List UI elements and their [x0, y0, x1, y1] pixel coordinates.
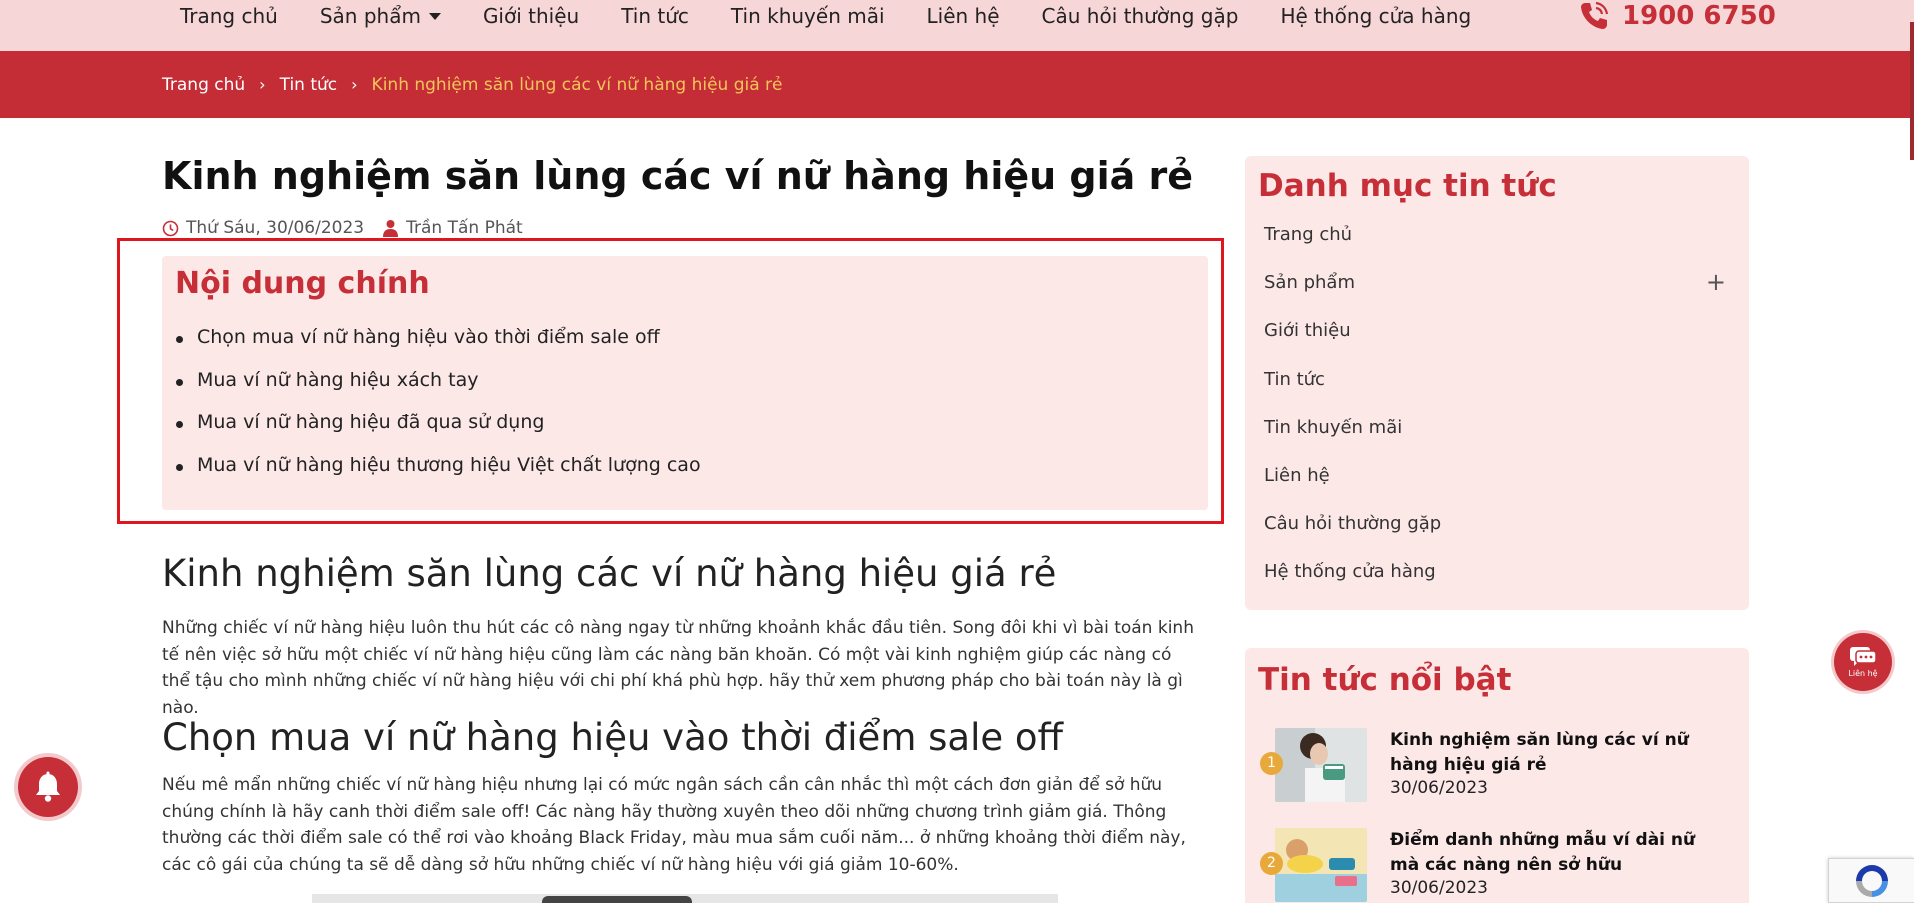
featured-news-sidebar: Tin tức nổi bật 1 Kinh nghiệm săn lùng c… — [1245, 648, 1749, 903]
category-item-faq[interactable]: Câu hỏi thường gặp — [1264, 513, 1734, 561]
nav-item-news[interactable]: Tin tức — [621, 4, 689, 28]
breadcrumb-home[interactable]: Trang chủ — [162, 75, 245, 95]
category-item-products[interactable]: Sản phẩm + — [1264, 268, 1734, 320]
article-title: Kinh nghiệm săn lùng các ví nữ hàng hiệu… — [162, 154, 1194, 198]
bell-icon — [36, 771, 60, 802]
category-item-contact[interactable]: Liên hệ — [1264, 465, 1734, 513]
news-date: 30/06/2023 — [1390, 778, 1488, 798]
chevron-right-icon: › — [259, 75, 266, 94]
nav-item-label: Tin tức — [621, 4, 689, 28]
top-navigation: Trang chủ Sản phẩm Giới thiệu Tin tức Ti… — [0, 0, 1914, 51]
news-thumbnail[interactable] — [1275, 728, 1367, 802]
nav-item-home[interactable]: Trang chủ — [180, 4, 278, 28]
chat-icon — [1850, 647, 1877, 666]
news-thumbnail-image — [1275, 728, 1367, 802]
hotline-link[interactable]: 1900 6750 — [1578, 0, 1776, 32]
nav-item-label: Câu hỏi thường gặp — [1041, 4, 1239, 28]
nav-item-label: Liên hệ — [926, 4, 1000, 28]
plus-icon[interactable]: + — [1706, 268, 1726, 296]
news-title[interactable]: Kinh nghiệm săn lùng các ví nữ hàng hiệu… — [1390, 728, 1730, 778]
clock-icon — [162, 220, 179, 236]
category-label: Sản phẩm — [1264, 272, 1355, 294]
category-item-home[interactable]: Trang chủ — [1264, 224, 1734, 272]
category-item-stores[interactable]: Hệ thống cửa hàng — [1264, 561, 1734, 609]
nav-item-products[interactable]: Sản phẩm — [320, 4, 441, 28]
breadcrumb-current: Kinh nghiệm săn lùng các ví nữ hàng hiệu… — [371, 74, 783, 95]
nav-item-stores[interactable]: Hệ thống cửa hàng — [1280, 4, 1471, 28]
category-label: Giới thiệu — [1264, 320, 1351, 342]
phone-icon — [1581, 1, 1609, 29]
chevron-right-icon: › — [351, 75, 358, 94]
article-author-text: Trần Tấn Phát — [406, 218, 523, 238]
main-menu: Trang chủ Sản phẩm Giới thiệu Tin tức Ti… — [180, 0, 1513, 32]
toc-highlight-box — [117, 238, 1224, 524]
recaptcha-badge[interactable] — [1828, 858, 1914, 903]
article-image — [312, 894, 1058, 903]
article-paragraph: Nếu mê mẩn những chiếc ví nữ hàng hiệu n… — [162, 775, 1186, 875]
user-icon — [383, 220, 399, 237]
hotline-number: 1900 6750 — [1622, 1, 1776, 31]
notification-bell-button[interactable] — [18, 757, 78, 817]
category-label: Tin khuyến mãi — [1264, 416, 1403, 438]
category-label: Câu hỏi thường gặp — [1264, 513, 1442, 535]
article-date: Thứ Sáu, 30/06/2023 — [162, 218, 364, 238]
breadcrumb-bar: Trang chủ › Tin tức › Kinh nghiệm săn lù… — [0, 51, 1914, 118]
page-scrollbar[interactable] — [1910, 22, 1914, 160]
nav-item-label: Hệ thống cửa hàng — [1280, 4, 1472, 28]
category-label: Trang chủ — [1264, 224, 1353, 245]
article-heading: Chọn mua ví nữ hàng hiệu vào thời điểm s… — [162, 716, 1064, 759]
rank-badge: 1 — [1260, 752, 1283, 775]
nav-item-label: Sản phẩm — [319, 4, 421, 28]
image-content — [542, 896, 692, 903]
caret-down-icon — [428, 12, 441, 20]
nav-item-promotions[interactable]: Tin khuyến mãi — [731, 4, 885, 28]
category-list: Trang chủ Sản phẩm + Giới thiệu Tin tức T… — [1264, 224, 1734, 610]
chat-label: Liên hệ — [1848, 669, 1878, 678]
category-item-about[interactable]: Giới thiệu — [1264, 320, 1734, 368]
breadcrumb: Trang chủ › Tin tức › Kinh nghiệm săn lù… — [162, 51, 783, 118]
featured-title: Tin tức nổi bật — [1258, 662, 1512, 698]
news-date: 30/06/2023 — [1390, 878, 1488, 898]
nav-item-about[interactable]: Giới thiệu — [483, 4, 579, 28]
breadcrumb-news[interactable]: Tin tức — [280, 75, 338, 95]
category-label: Hệ thống cửa hàng — [1264, 561, 1436, 583]
category-item-news[interactable]: Tin tức — [1264, 369, 1734, 417]
article-paragraph: Những chiếc ví nữ hàng hiệu luôn thu hút… — [162, 618, 1194, 718]
article-heading: Kinh nghiệm săn lùng các ví nữ hàng hiệu… — [162, 552, 1057, 595]
featured-news-item[interactable]: 1 Kinh nghiệm săn lùng các ví nữ hàng hi… — [1260, 728, 1740, 808]
article-author: Trần Tấn Phát — [382, 218, 523, 238]
recaptcha-icon — [1856, 865, 1888, 897]
news-thumbnail-image — [1275, 828, 1367, 902]
category-label: Tin tức — [1264, 368, 1325, 390]
nav-item-label: Trang chủ — [180, 4, 278, 28]
category-label: Liên hệ — [1264, 464, 1330, 486]
news-thumbnail[interactable] — [1275, 828, 1367, 902]
category-item-promotions[interactable]: Tin khuyến mãi — [1264, 417, 1734, 465]
contact-chat-button[interactable]: Liên hệ — [1834, 633, 1892, 691]
nav-item-contact[interactable]: Liên hệ — [927, 4, 1000, 28]
category-sidebar: Danh mục tin tức Trang chủ Sản phẩm + Giớ… — [1245, 156, 1749, 610]
nav-item-faq[interactable]: Câu hỏi thường gặp — [1042, 4, 1239, 28]
nav-item-label: Tin khuyến mãi — [730, 4, 885, 28]
rank-badge: 2 — [1260, 852, 1283, 875]
nav-item-label: Giới thiệu — [482, 4, 580, 28]
article-meta: Thứ Sáu, 30/06/2023 Trần Tấn Phát — [162, 218, 541, 238]
article-date-text: Thứ Sáu, 30/06/2023 — [186, 218, 365, 238]
featured-news-item[interactable]: 2 Điểm danh những mẫu ví dài nữ mà các n… — [1260, 828, 1740, 903]
news-title[interactable]: Điểm danh những mẫu ví dài nữ mà các nàn… — [1390, 828, 1730, 878]
category-title: Danh mục tin tức — [1258, 168, 1557, 204]
